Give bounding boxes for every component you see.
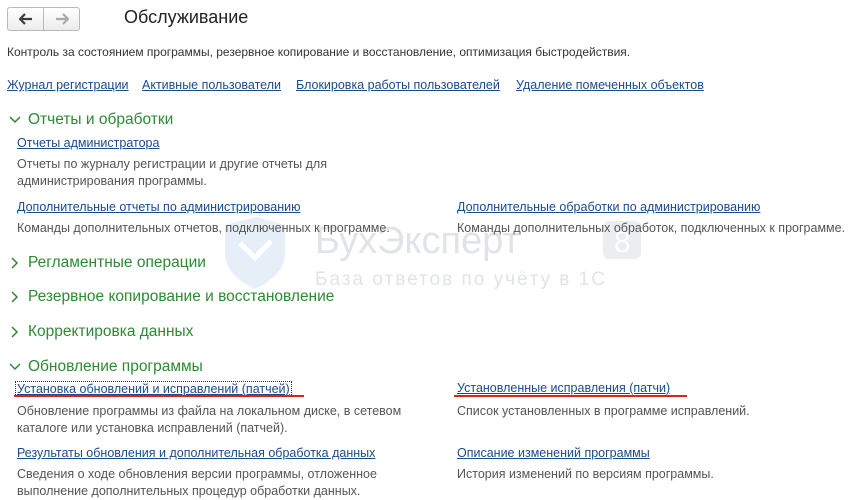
group-scheduled-header[interactable]: Регламентные операции [8, 254, 206, 272]
group-correction-title: Корректировка данных [28, 323, 194, 340]
link-extra-processing[interactable]: Дополнительные обработки по администриро… [457, 200, 760, 214]
link-installed-patches[interactable]: Установленные исправления (патчи) [457, 381, 670, 395]
link-admin-reports[interactable]: Отчеты администратора [17, 136, 159, 150]
group-update-header[interactable]: Обновление программы [8, 358, 203, 376]
arrow-right-icon [55, 13, 69, 25]
chevron-down-icon [9, 363, 21, 371]
admin-reports-description: Отчеты по журналу регистрации и другие о… [17, 157, 327, 188]
group-reports-title: Отчеты и обработки [28, 111, 174, 128]
page-title: Обслуживание [124, 7, 249, 27]
link-delete-marked[interactable]: Удаление помеченных объектов [516, 78, 704, 92]
installed-patches-description: Список установленных в программе исправл… [457, 404, 750, 418]
page-description: Контроль за состоянием программы, резерв… [7, 45, 631, 59]
install-updates-description: Обновление программы из файла на локальн… [17, 404, 402, 435]
update-results-description: Сведения о ходе обновления версии програ… [17, 467, 377, 498]
change-log-description: История изменений по версиям программы. [457, 467, 714, 481]
arrow-left-icon [18, 13, 32, 25]
link-update-results[interactable]: Результаты обновления и дополнительная о… [17, 446, 375, 460]
chevron-down-icon [9, 116, 21, 124]
watermark-tagline: База ответов по учёту в 1С [315, 269, 607, 290]
group-update-title: Обновление программы [28, 358, 203, 375]
group-scheduled-title: Регламентные операции [28, 254, 206, 271]
red-underline [14, 395, 304, 397]
red-underline [454, 395, 687, 397]
group-reports-header[interactable]: Отчеты и обработки [8, 111, 173, 129]
link-event-log[interactable]: Журнал регистрации [7, 78, 129, 92]
link-block-users[interactable]: Блокировка работы пользователей [296, 78, 500, 92]
link-change-log[interactable]: Описание изменений программы [457, 446, 650, 460]
group-backup-header[interactable]: Резервное копирование и восстановление [8, 288, 334, 306]
chevron-right-icon [11, 291, 19, 303]
navigation-buttons [7, 7, 80, 31]
forward-button[interactable] [44, 8, 79, 30]
group-backup-title: Резервное копирование и восстановление [28, 288, 335, 305]
chevron-right-icon [11, 326, 19, 338]
back-button[interactable] [8, 8, 44, 30]
extra-reports-description: Команды дополнительных отчетов, подключе… [17, 221, 390, 235]
group-correction-header[interactable]: Корректировка данных [8, 323, 193, 341]
link-active-users[interactable]: Активные пользователи [142, 78, 281, 92]
chevron-right-icon [11, 257, 19, 269]
extra-processing-description: Команды дополнительных обработок, подклю… [457, 221, 846, 235]
link-extra-reports[interactable]: Дополнительные отчеты по администрирован… [17, 200, 300, 214]
